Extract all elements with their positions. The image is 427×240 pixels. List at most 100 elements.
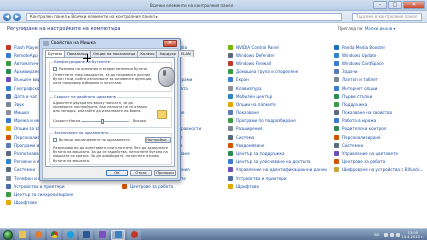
- forward-arrow-icon[interactable]: ▶: [13, 13, 21, 21]
- battery-icon[interactable]: [395, 233, 400, 237]
- double-click-speed-group: Скорост на двойното щракване Щракнете дв…: [49, 95, 172, 128]
- control-panel-item[interactable]: Windows Firewall: [228, 59, 327, 67]
- tab-elan[interactable]: ELAN: [177, 50, 194, 57]
- control-panel-item[interactable]: Център за улесняване на достъпа: [228, 158, 327, 166]
- clock[interactable]: 13:05 14.4.2013 г.: [402, 231, 424, 239]
- control-panel-item[interactable]: Система: [228, 133, 327, 141]
- mouse-properties-dialog: Свойства на Мишка ✕ Бутони Показалци Опц…: [39, 38, 194, 181]
- control-panel-item[interactable]: Показване: [228, 109, 327, 117]
- taskbar-app[interactable]: [79, 229, 93, 240]
- control-panel-item[interactable]: Шрифтове: [228, 182, 327, 190]
- control-panel-item[interactable]: Windows Defender: [228, 51, 327, 59]
- control-panel-item-icon: [228, 85, 233, 91]
- view-by-control[interactable]: Преглед по: Малки икони ▾: [338, 26, 396, 31]
- control-panel-item[interactable]: Персонализиране: [334, 133, 424, 141]
- window-title: Всички елементи на контролния панел: [150, 3, 234, 8]
- cancel-button[interactable]: Отказ: [130, 170, 152, 176]
- taskbar-skype[interactable]: [63, 229, 77, 240]
- back-arrow-icon[interactable]: ◀: [3, 13, 11, 21]
- record-icon: [130, 231, 138, 238]
- apply-button[interactable]: Приложи: [154, 170, 176, 176]
- control-panel-item[interactable]: Центрове за работа: [334, 158, 424, 166]
- control-panel-item[interactable]: Управление на цветовете: [334, 149, 424, 157]
- control-panel-item-label: Център за поддръжка: [236, 151, 285, 157]
- control-panel-item[interactable]: Програми по подразбиране: [228, 117, 327, 125]
- control-panel-item-label: Програми по подразбиране: [236, 118, 296, 124]
- folder-icon[interactable]: [157, 110, 167, 119]
- language-indicator[interactable]: BG: [374, 233, 379, 237]
- control-panel-item[interactable]: Показване на свойства: [334, 109, 424, 117]
- control-panel-item[interactable]: Windows CardSpace: [334, 59, 424, 67]
- control-panel-item[interactable]: Опции на папките: [228, 100, 327, 108]
- content-header: Регулиране на настройките на компютъра П…: [0, 23, 427, 35]
- control-panel-item[interactable]: Мобилен център: [228, 92, 327, 100]
- control-panel-item[interactable]: Центрове за работа: [122, 182, 201, 190]
- control-panel-item[interactable]: Център за поддръжка: [228, 149, 327, 157]
- dialog-close-button[interactable]: ✕: [163, 40, 177, 47]
- control-panel-item[interactable]: Задачи: [334, 68, 424, 76]
- control-panel-item-icon: [334, 85, 339, 91]
- click-lock-checkbox[interactable]: [53, 138, 57, 142]
- tab-hardware[interactable]: Хардуер: [156, 50, 179, 57]
- control-panel-item[interactable]: Шифроване на устройства с BitLock...: [334, 166, 424, 174]
- click-lock-settings-button[interactable]: Настройки...: [145, 137, 171, 143]
- taskbar: BG 13:05 14.4.2013 г.: [0, 228, 427, 240]
- start-button[interactable]: [3, 229, 13, 240]
- control-panel-item[interactable]: Родителски контрол: [334, 125, 424, 133]
- close-button[interactable]: ✕: [403, 1, 425, 9]
- control-panel-item[interactable]: Лаптоп и таблет: [334, 76, 424, 84]
- search-input[interactable]: Търсене в контролния панел: [352, 13, 422, 21]
- control-panel-item-label: Центрове за работа: [342, 159, 386, 165]
- control-panel-item[interactable]: Panda Media Booster: [334, 43, 424, 51]
- address-field[interactable]: Контролен панел ▸ Всички елементи на кон…: [26, 13, 342, 21]
- control-panel-item-icon: [6, 52, 11, 58]
- taskbar-control-panel[interactable]: [111, 229, 125, 240]
- maximize-button[interactable]: □: [388, 1, 402, 9]
- control-panel-item-icon: [334, 93, 339, 99]
- control-panel-item-label: Мобилен център: [236, 93, 273, 99]
- control-panel-item[interactable]: Домашна група и споделяне: [228, 68, 327, 76]
- network-icon[interactable]: [383, 233, 388, 237]
- control-panel-item[interactable]: Център за синхронизиране: [6, 190, 95, 198]
- control-panel-item[interactable]: NVIDIA Control Panel: [228, 43, 327, 51]
- control-panel-item-label: Мишка: [14, 110, 29, 116]
- tab-wheel[interactable]: Колело: [137, 50, 158, 57]
- control-panel-item[interactable]: Устройства и принтери: [6, 182, 95, 190]
- minimize-button[interactable]: –: [373, 1, 387, 9]
- control-panel-item[interactable]: Windows Update: [334, 51, 424, 59]
- control-panel-item[interactable]: Интернет опции: [334, 84, 424, 92]
- volume-icon[interactable]: [389, 233, 394, 237]
- taskbar-explorer[interactable]: [15, 229, 29, 240]
- control-panel-item[interactable]: Клавиатура: [228, 84, 327, 92]
- control-panel-item[interactable]: Управление на идентификационни данни: [228, 166, 327, 174]
- control-panel-item-icon: [334, 52, 339, 58]
- control-panel-item-label: Показване на свойства: [342, 110, 393, 116]
- tab-pointer-options[interactable]: Опции на показалеца: [89, 50, 139, 57]
- control-panel-item-label: Първи стъпки: [342, 93, 373, 99]
- taskbar-recorder[interactable]: [127, 229, 141, 240]
- taskbar-media-player[interactable]: [31, 229, 45, 240]
- control-panel-item[interactable]: Системни: [334, 141, 424, 149]
- control-panel-item-label: Център за улесняване на достъпа: [236, 159, 311, 165]
- speed-slider-track[interactable]: [81, 121, 129, 122]
- dialog-body: Бутони Показалци Опции на показалеца Кол…: [42, 48, 194, 179]
- control-panel-item[interactable]: Поддръжка: [334, 100, 424, 108]
- ok-button[interactable]: OK: [106, 170, 128, 176]
- view-by-dropdown[interactable]: Малки икони ▾: [365, 26, 396, 31]
- speed-slider-thumb[interactable]: [101, 119, 105, 124]
- control-panel-item[interactable]: Шрифтове: [6, 199, 95, 207]
- speed-slow-label: Ниска: [69, 119, 81, 123]
- control-panel-item[interactable]: Разширения: [228, 125, 327, 133]
- taskbar-video-app[interactable]: [95, 229, 109, 240]
- control-panel-item[interactable]: Първи стъпки: [334, 92, 424, 100]
- control-panel-item[interactable]: Уведомяване: [228, 141, 327, 149]
- chrome-icon: [50, 231, 58, 238]
- page-title: Регулиране на настройките на компютъра: [7, 26, 121, 32]
- control-panel-item-label: Windows CardSpace: [342, 60, 384, 66]
- swap-buttons-checkbox[interactable]: [53, 67, 57, 71]
- taskbar-chrome[interactable]: [47, 229, 61, 240]
- control-panel-item[interactable]: Устройства и принтери: [228, 174, 327, 182]
- control-panel-item[interactable]: Работа в мрежа: [334, 117, 424, 125]
- control-panel-item-icon: [6, 134, 11, 140]
- control-panel-item[interactable]: Екран: [228, 76, 327, 84]
